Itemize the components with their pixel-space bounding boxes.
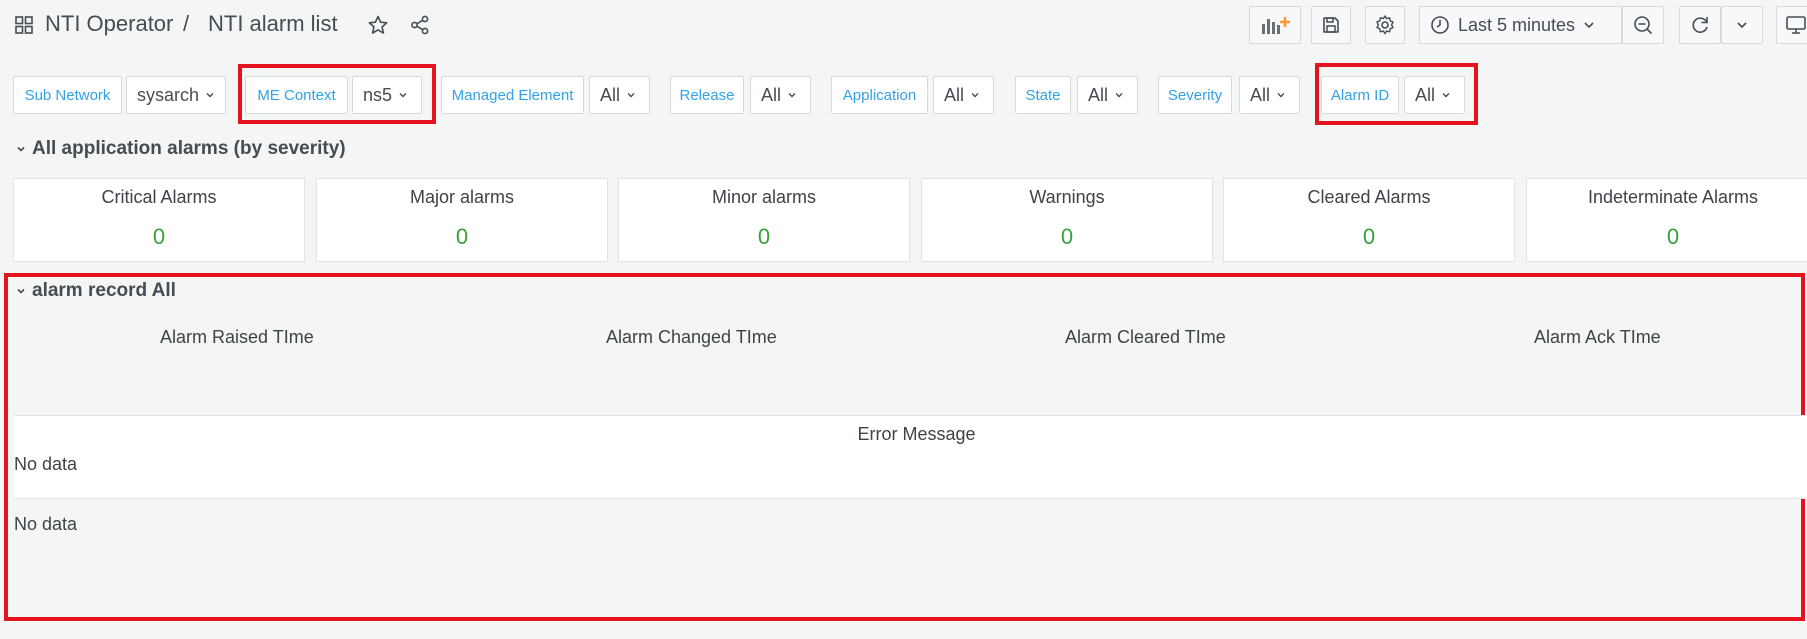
stat-panel-warnings: Warnings 0 [921, 178, 1213, 262]
dashboard-header: NTI Operator / NTI alarm list Last 5 min… [0, 0, 1807, 52]
breadcrumb-separator: / [183, 11, 190, 36]
chevron-down-icon [17, 146, 25, 152]
variable-label-application: Application [831, 76, 928, 114]
stat-panel-cleared: Cleared Alarms 0 [1223, 178, 1515, 262]
refresh-icon [1692, 17, 1708, 33]
stat-title: Critical Alarms [101, 187, 217, 207]
save-icon [1323, 17, 1339, 33]
tv-icon [1786, 16, 1806, 34]
stat-value: 0 [1362, 224, 1376, 249]
breadcrumb-dashboard[interactable]: NTI alarm list [208, 11, 338, 37]
column-header-cleared: Alarm Cleared TIme [1065, 327, 1226, 347]
refresh-button[interactable] [1679, 6, 1721, 44]
stat-panel-minor: Minor alarms 0 [618, 178, 910, 262]
row-header-severity[interactable]: All application alarms (by severity) [16, 138, 346, 160]
variable-value-application: All [944, 84, 965, 105]
no-data-text: No data [14, 514, 78, 534]
stat-title: Cleared Alarms [1307, 187, 1431, 207]
add-panel-icon [1262, 17, 1290, 34]
time-range-picker[interactable]: Last 5 minutes [1419, 6, 1622, 44]
error-message-panel: Error Message [14, 415, 1807, 499]
chevron-down-icon [1277, 93, 1285, 98]
no-data-text: No data [14, 454, 78, 474]
stat-title: Minor alarms [711, 187, 817, 207]
chevron-down-icon [1115, 93, 1123, 98]
variable-label-managed-element: Managed Element [441, 76, 584, 114]
variable-label-sub-network: Sub Network [13, 76, 122, 114]
column-header-ack: Alarm Ack TIme [1534, 327, 1661, 347]
variable-select-release[interactable]: All [750, 76, 811, 114]
zoom-out-icon [1634, 16, 1653, 35]
stat-title: Indeterminate Alarms [1587, 187, 1759, 207]
dashboard-settings-button[interactable] [1365, 6, 1405, 44]
clock-icon [1431, 16, 1449, 34]
refresh-interval-dropdown[interactable] [1721, 6, 1763, 44]
variable-select-application[interactable]: All [933, 76, 994, 114]
time-range-label: Last 5 minutes [1458, 14, 1576, 35]
row-header-alarm-record[interactable]: alarm record All [16, 280, 176, 302]
star-icon[interactable] [367, 14, 389, 36]
add-panel-button[interactable] [1249, 6, 1301, 44]
variable-select-sub-network[interactable]: sysarch [126, 76, 226, 114]
stat-value: 0 [757, 224, 771, 249]
chevron-down-icon [1584, 22, 1594, 29]
zoom-out-button[interactable] [1622, 6, 1664, 44]
stat-panel-major: Major alarms 0 [316, 178, 608, 262]
chevron-down-icon [971, 93, 979, 98]
variable-label-release: Release [670, 76, 744, 114]
variable-value-state: All [1088, 84, 1109, 105]
breadcrumb-folder[interactable]: NTI Operator [45, 11, 173, 37]
chevron-down-icon [788, 93, 796, 98]
chevron-down-icon [627, 93, 635, 98]
variable-value-sub-network: sysarch [137, 84, 200, 105]
variable-select-state[interactable]: All [1077, 76, 1138, 114]
stat-panel-critical: Critical Alarms 0 [13, 178, 305, 262]
chevron-down-icon [17, 288, 25, 294]
save-dashboard-button[interactable] [1311, 6, 1351, 44]
column-header-raised: Alarm Raised TIme [160, 327, 314, 347]
stat-title: Warnings [1029, 187, 1105, 207]
chevron-down-icon [1737, 22, 1747, 29]
apps-icon[interactable] [15, 16, 33, 34]
variable-select-managed-element[interactable]: All [589, 76, 650, 114]
chevron-down-icon [206, 93, 214, 98]
row-title-alarm-record: alarm record All [32, 280, 176, 301]
variable-select-severity[interactable]: All [1239, 76, 1300, 114]
stat-panel-indeterminate: Indeterminate Alarms 0 [1526, 178, 1807, 262]
settings-icon [1376, 15, 1394, 35]
row-title-severity: All application alarms (by severity) [32, 138, 346, 159]
variable-value-severity: All [1250, 84, 1271, 105]
variable-value-release: All [761, 84, 782, 105]
share-icon[interactable] [409, 14, 431, 36]
variable-value-managed-element: All [600, 84, 621, 105]
stat-value: 0 [1060, 224, 1074, 249]
stat-value: 0 [455, 224, 469, 249]
highlight-box-me-context [238, 64, 436, 124]
variable-label-severity: Severity [1158, 76, 1232, 114]
column-header-changed: Alarm Changed TIme [606, 327, 777, 347]
stat-value: 0 [1666, 224, 1680, 249]
highlight-box-alarm-id [1315, 63, 1478, 125]
variable-label-state: State [1015, 76, 1071, 114]
panel-title-error-message: Error Message [857, 424, 976, 444]
stat-title: Major alarms [409, 187, 515, 207]
stat-value: 0 [152, 224, 166, 249]
view-mode-button[interactable] [1776, 6, 1807, 44]
